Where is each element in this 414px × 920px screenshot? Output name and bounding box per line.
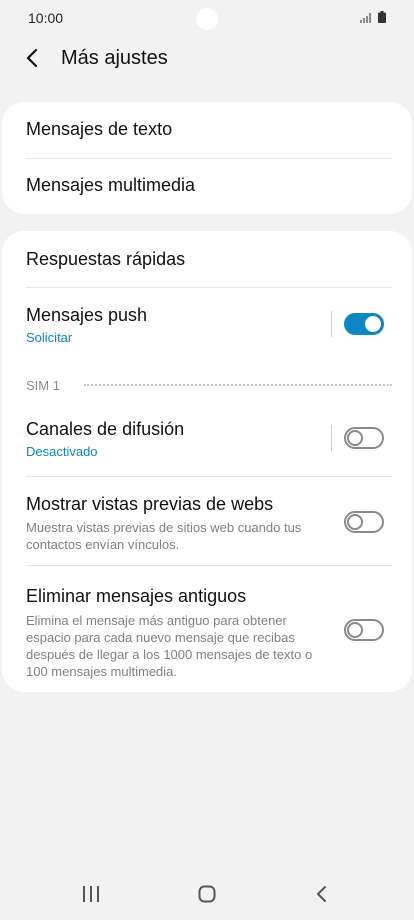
delete-old-messages-toggle[interactable] <box>344 619 384 641</box>
home-icon[interactable] <box>198 885 216 903</box>
list-item-label: Mostrar vistas previas de webs <box>26 494 274 514</box>
page-title: Más ajustes <box>61 47 168 69</box>
list-item-description: Muestra vistas previas de sitios web cua… <box>26 520 302 552</box>
toggle-knob <box>347 514 363 530</box>
battery-icon <box>378 11 386 23</box>
list-item-label: Canales de difusión <box>26 419 185 439</box>
list-item-text-messages[interactable]: Mensajes de texto <box>2 102 412 158</box>
camera-cutout <box>196 8 218 30</box>
push-messages-toggle[interactable] <box>344 313 384 335</box>
section-header-sim1: SIM 1 <box>26 378 60 393</box>
section-divider <box>84 384 392 386</box>
list-item-label: Respuestas rápidas <box>26 249 186 269</box>
list-item-status: Solicitar <box>26 330 73 345</box>
list-item-multimedia-messages[interactable]: Mensajes multimedia <box>2 159 412 214</box>
list-item-status: Desactivado <box>26 444 98 459</box>
status-bar: 10:00 <box>0 0 414 36</box>
signal-icon <box>360 13 371 23</box>
app-header: Más ajustes <box>0 36 414 84</box>
list-item-label: Mensajes push <box>26 305 148 325</box>
back-icon[interactable] <box>314 884 330 904</box>
list-item-delete-old-messages[interactable]: Eliminar mensajes antiguos Elimina el me… <box>2 566 412 686</box>
toggle-knob <box>347 430 363 446</box>
recents-icon[interactable] <box>82 886 100 902</box>
chevron-left-icon[interactable] <box>22 47 44 69</box>
list-item-label: Mensajes multimedia <box>26 175 196 195</box>
list-item-description: Elimina el mensaje más antiguo para obte… <box>26 613 313 679</box>
vertical-separator <box>331 311 332 337</box>
toggle-knob <box>363 314 383 334</box>
list-item-label: Mensajes de texto <box>26 119 173 139</box>
settings-card-messages: Mensajes de texto Mensajes multimedia <box>2 102 412 214</box>
settings-card-options: Respuestas rápidas Mensajes push Solicit… <box>2 231 412 692</box>
list-item-quick-replies[interactable]: Respuestas rápidas <box>2 231 412 287</box>
list-item-broadcast-channels[interactable]: Canales de difusión Desactivado <box>2 403 412 475</box>
list-item-push-messages[interactable]: Mensajes push Solicitar <box>2 288 412 354</box>
broadcast-channels-toggle[interactable] <box>344 427 384 449</box>
status-time: 10:00 <box>28 10 64 26</box>
list-item-label: Eliminar mensajes antiguos <box>26 586 247 606</box>
list-item-web-previews[interactable]: Mostrar vistas previas de webs Muestra v… <box>2 477 412 565</box>
toggle-knob <box>347 622 363 638</box>
web-previews-toggle[interactable] <box>344 511 384 533</box>
vertical-separator <box>331 425 332 451</box>
system-navigation-bar <box>0 868 414 920</box>
